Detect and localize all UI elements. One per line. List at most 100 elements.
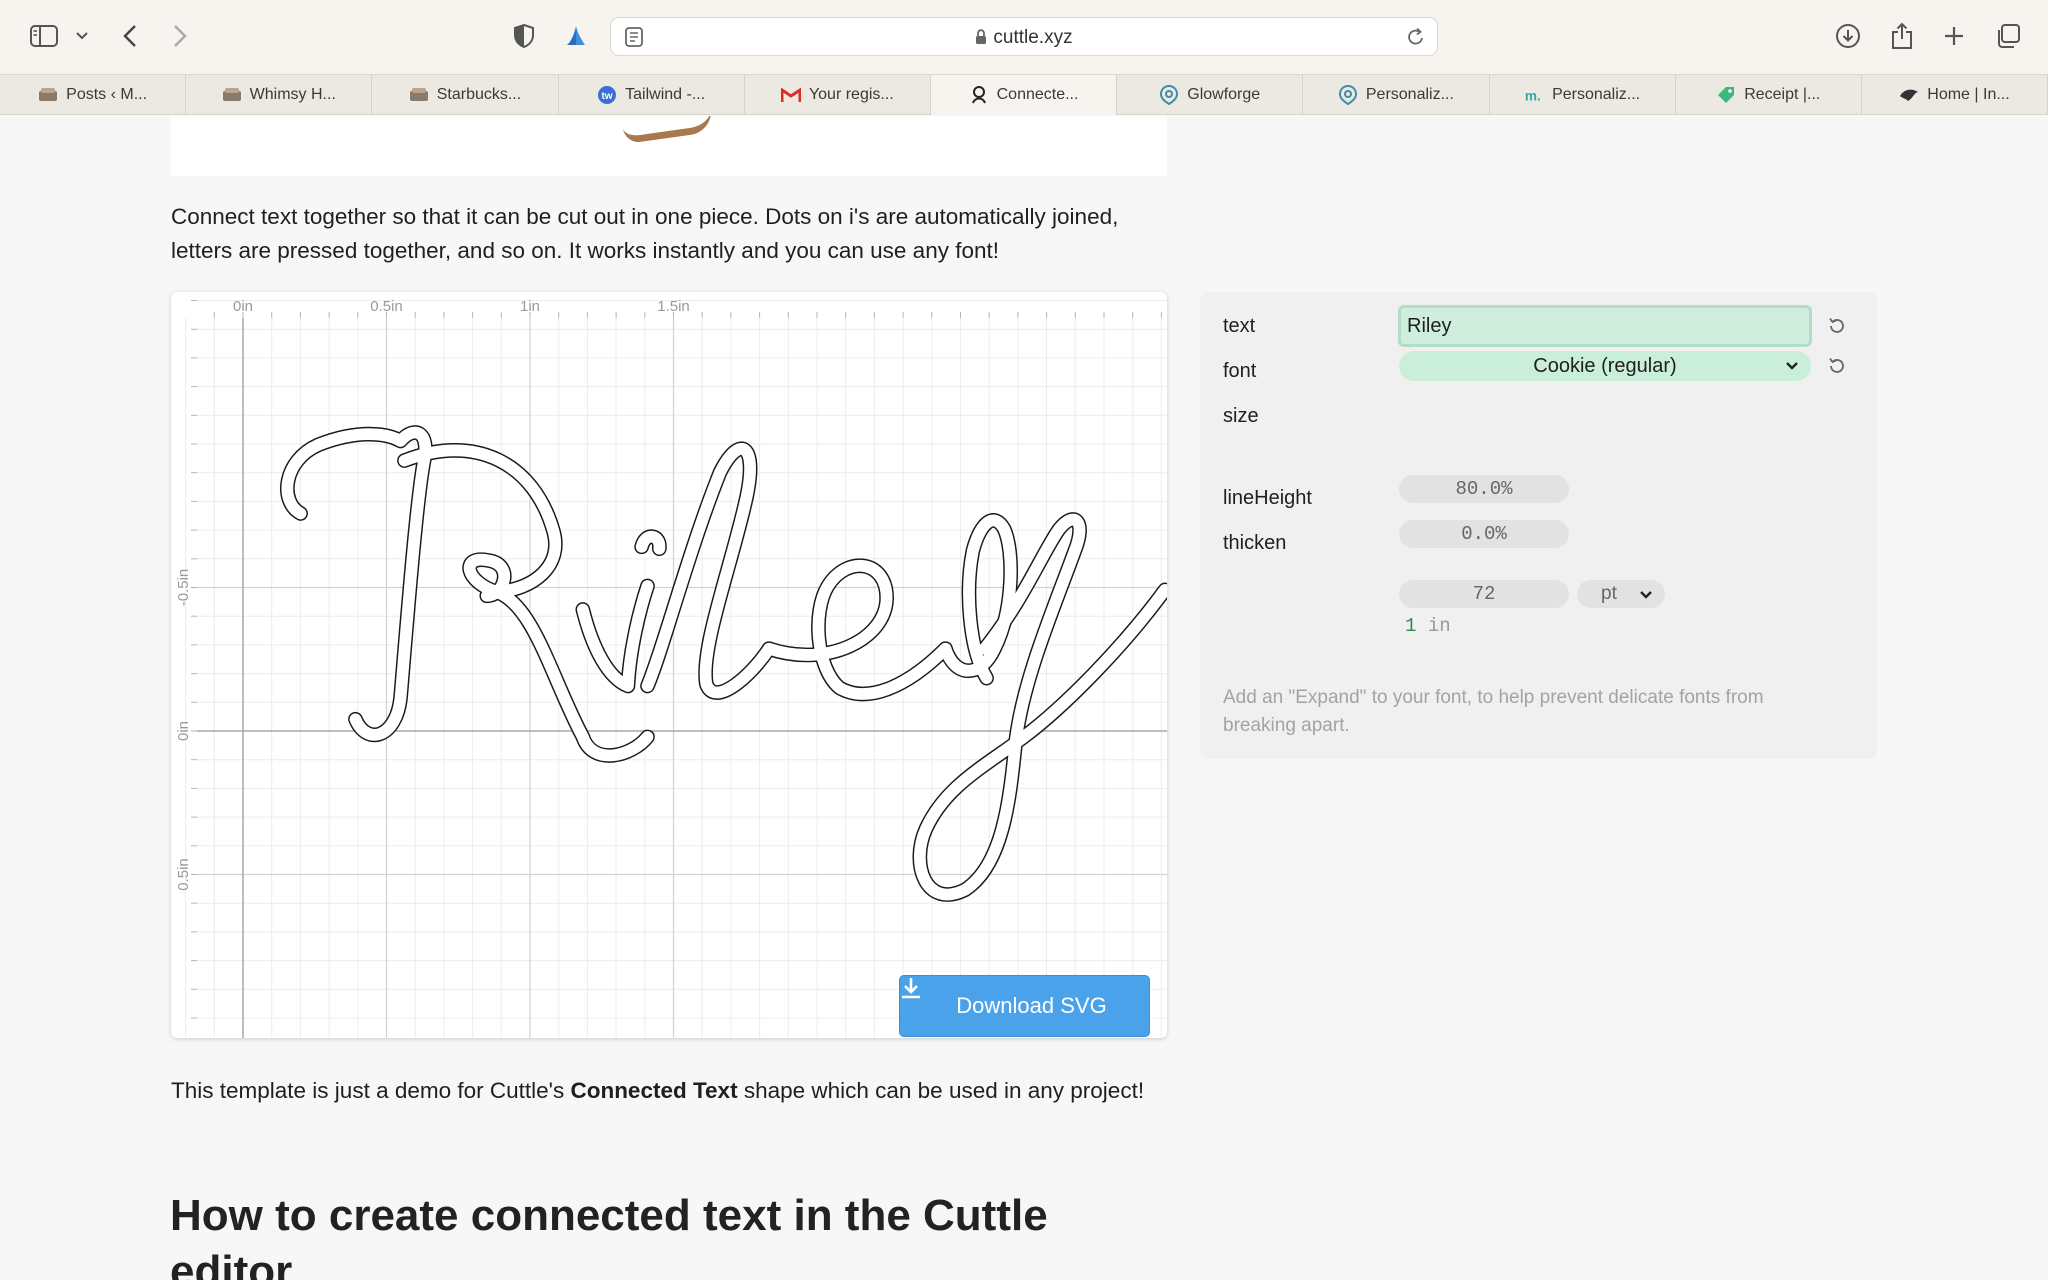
tab-8[interactable]: m. Personaliz...: [1490, 75, 1676, 115]
size-unit-select[interactable]: pt: [1577, 580, 1665, 608]
url-text: cuttle.xyz: [611, 27, 1437, 51]
ruler-x-label: 1in: [520, 298, 540, 315]
site-favicon-icon: [38, 86, 58, 104]
outro-text-start: This template is just a demo for Cuttle'…: [171, 1078, 571, 1103]
tab-label: Home | In...: [1927, 86, 2010, 103]
tab-label: Whimsy H...: [249, 86, 336, 103]
tab-0[interactable]: Posts ‹ M...: [0, 75, 187, 115]
ruler-x-label: 0.5in: [370, 298, 403, 315]
outro-text-end: shape which can be used in any project!: [737, 1078, 1145, 1103]
lineheight-param-label: lineHeight: [1223, 487, 1312, 509]
site-favicon-icon: [222, 86, 242, 104]
tab-7[interactable]: Personaliz...: [1303, 75, 1490, 115]
tab-label: Receipt |...: [1744, 86, 1821, 103]
forward-icon[interactable]: [160, 16, 200, 56]
tab-bar: Posts ‹ M... Whimsy H... Starbucks... tw Tai…: [0, 74, 2048, 115]
tab-2[interactable]: Starbucks...: [372, 75, 559, 115]
font-select[interactable]: Cookie (regular): [1399, 351, 1811, 381]
design-canvas[interactable]: 0in 0.5in 1in 1.5in -0.5in 0in 0.5in Download …: [171, 292, 1167, 1038]
size-conversion-value: 1: [1405, 615, 1417, 637]
font-param-label: font: [1223, 360, 1257, 382]
thicken-input[interactable]: 0.0%: [1399, 520, 1569, 548]
tab-9[interactable]: Receipt |...: [1676, 75, 1862, 115]
chevron-down-icon: [1639, 586, 1653, 610]
tab-overview-icon[interactable]: [1988, 16, 2028, 56]
cuttle-favicon-icon: [969, 86, 989, 104]
bird-favicon-icon: [1899, 86, 1919, 104]
letter-inner: [913, 513, 1167, 901]
tab-label: Starbucks...: [436, 86, 522, 103]
intro-paragraph: Connect text together so that it can be …: [171, 204, 1119, 263]
letter-outline: [912, 512, 1167, 902]
section-heading: How to create connected text in the Cutt…: [170, 1191, 1048, 1280]
size-conversion-unit: in: [1427, 615, 1451, 637]
reload-icon[interactable]: [1407, 27, 1425, 52]
back-icon[interactable]: [110, 16, 150, 56]
letter-inner: [281, 426, 432, 741]
glowforge-favicon-icon: [1338, 85, 1358, 105]
tab-label: Posts ‹ M...: [66, 86, 148, 103]
tab-label: Connecte...: [996, 86, 1079, 103]
letter-inner: [635, 530, 666, 555]
shield-icon[interactable]: [504, 16, 544, 56]
text-param-label: text: [1223, 315, 1256, 337]
m-favicon-icon: m.: [1524, 86, 1544, 104]
chevron-down-icon[interactable]: [62, 16, 102, 56]
reset-font-icon[interactable]: [1824, 353, 1850, 379]
page-content: Connect text together so that it can be …: [0, 116, 2048, 1280]
reset-text-icon[interactable]: [1824, 313, 1850, 339]
ruler-y-label: 0.5in: [175, 858, 192, 891]
letter-inner: [398, 444, 654, 762]
site-favicon-icon: [409, 86, 429, 104]
tab-1[interactable]: Whimsy H...: [186, 75, 373, 115]
tab-4[interactable]: Your regis...: [745, 75, 931, 115]
expand-hint-text: Add an "Expand" to your font, to help pr…: [1223, 687, 1764, 736]
size-input[interactable]: 72: [1399, 580, 1569, 608]
letter-inner: [463, 553, 511, 602]
new-tab-icon[interactable]: [1934, 16, 1974, 56]
svg-text:m.: m.: [1525, 88, 1541, 103]
font-value: Cookie (regular): [1533, 354, 1677, 377]
letter-outline: [397, 443, 655, 763]
gmail-favicon-icon: [780, 86, 801, 104]
hero-image: [171, 116, 1167, 176]
address-bar[interactable]: cuttle.xyz: [610, 17, 1438, 56]
tag-favicon-icon: [1716, 86, 1736, 104]
url-label: cuttle.xyz: [993, 27, 1073, 48]
letter-inner: [763, 559, 952, 700]
sidebar-toggle-icon[interactable]: [24, 16, 64, 56]
svg-text:tw: tw: [602, 91, 613, 102]
size-conversion: 1 in: [1405, 615, 1451, 637]
glowforge-favicon-icon: [1159, 85, 1179, 105]
tab-label: Tailwind -...: [625, 86, 706, 103]
tab-10[interactable]: Home | In...: [1862, 75, 2048, 115]
share-icon[interactable]: [1882, 16, 1922, 56]
parameters-panel: text font Cookie (regular) size 72 pt 1 …: [1200, 292, 1877, 759]
download-label: Download SVG: [956, 993, 1107, 1018]
chevron-down-icon: [1785, 357, 1799, 381]
canvas-svg: 0in 0.5in 1in 1.5in -0.5in 0in 0.5in: [175, 298, 1167, 1038]
browser-toolbar: cuttle.xyz: [0, 0, 2048, 74]
tab-label: Glowforge: [1187, 86, 1261, 103]
ruler-x-label: 1.5in: [657, 298, 690, 315]
tab-6[interactable]: Glowforge: [1117, 75, 1304, 115]
tab-label: Personaliz...: [1552, 86, 1641, 103]
size-unit-value: pt: [1601, 583, 1617, 604]
ruler-y-label: -0.5in: [175, 569, 192, 607]
extension-icon[interactable]: [556, 16, 596, 56]
text-input[interactable]: [1398, 305, 1812, 347]
tw-favicon-icon: tw: [597, 86, 617, 104]
thicken-param-label: thicken: [1223, 532, 1287, 554]
download-svg-button[interactable]: Download SVG: [899, 975, 1150, 1037]
tab-label: Your regis...: [808, 86, 894, 103]
tab-3[interactable]: tw Tailwind -...: [559, 75, 745, 115]
size-param-label: size: [1223, 405, 1259, 427]
downloads-icon[interactable]: [1828, 16, 1868, 56]
lock-icon: [975, 29, 987, 51]
ruler-x-label: 0in: [233, 298, 253, 315]
letter-inner: [576, 580, 654, 692]
ruler-y-label: 0in: [175, 721, 192, 741]
lineheight-input[interactable]: 80.0%: [1399, 475, 1569, 503]
tab-label: Personaliz...: [1365, 86, 1454, 103]
tab-5[interactable]: Connecte...: [930, 75, 1118, 115]
